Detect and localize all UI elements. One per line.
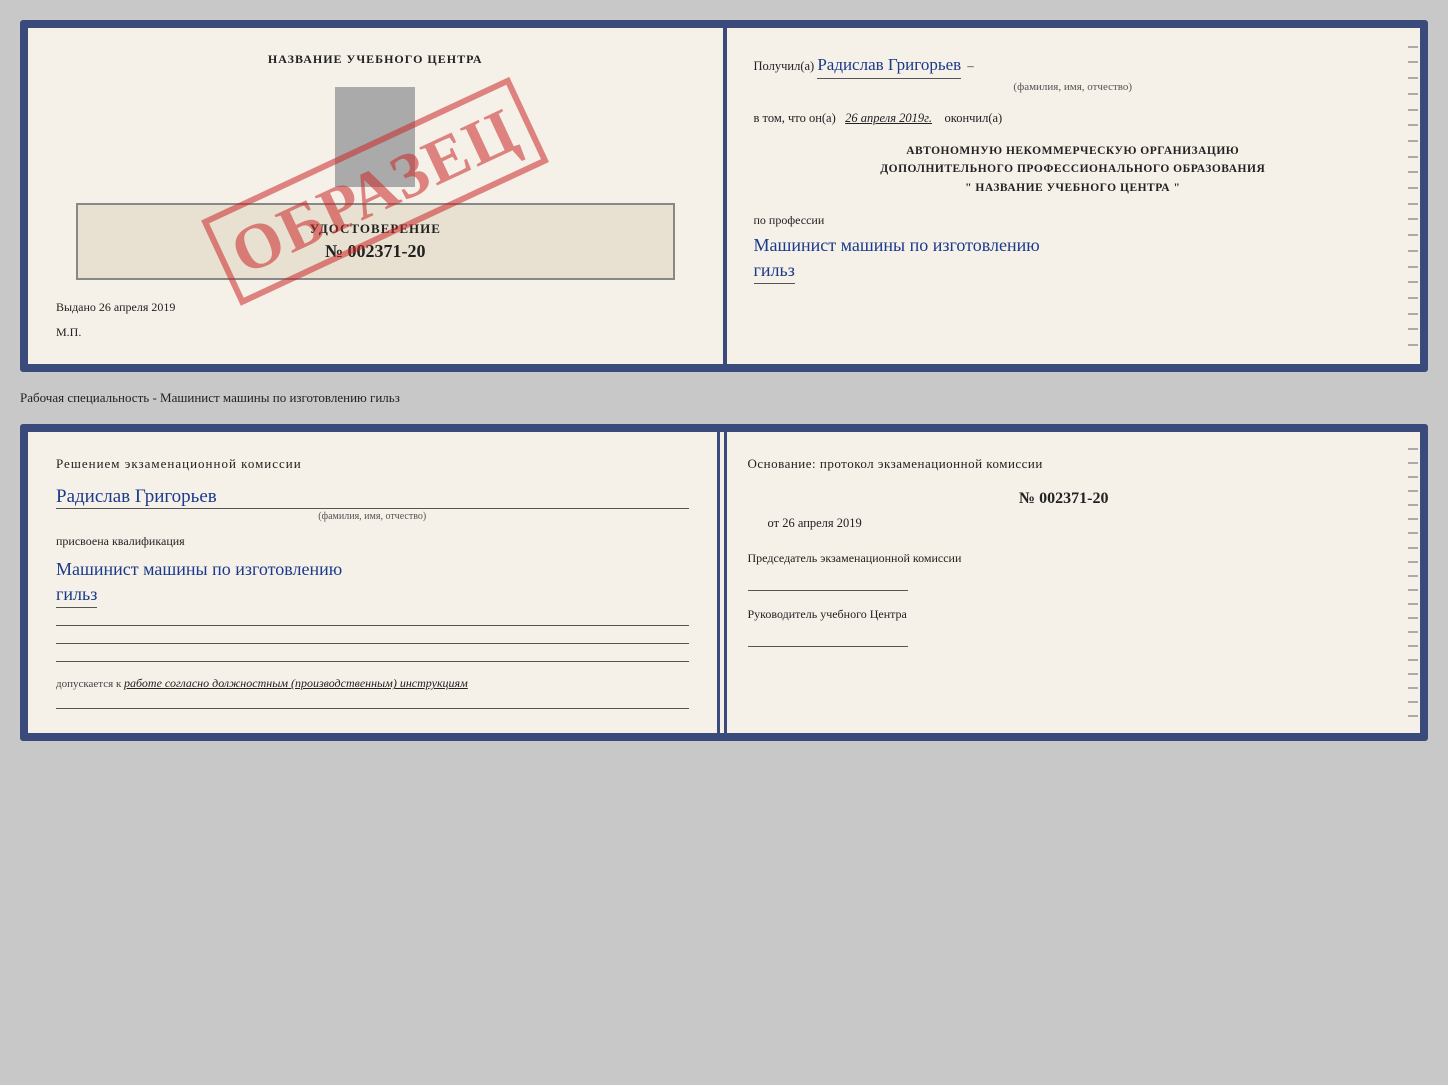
recipient-sub: (фамилия, имя, отчество) [754, 79, 1393, 96]
tl7 [1408, 140, 1418, 142]
tl12 [1408, 218, 1418, 220]
separator-label: Рабочая специальность - Машинист машины … [20, 384, 1428, 412]
dopuskaetsya-value: работе согласно должностным (производств… [124, 676, 468, 690]
tl2-13 [1408, 617, 1418, 619]
tl15 [1408, 266, 1418, 268]
tl2-7 [1408, 532, 1418, 534]
texture-right2 [1406, 432, 1420, 733]
osnov-title: Основание: протокол экзаменационной коми… [748, 456, 1381, 472]
tl2-1 [1408, 448, 1418, 450]
vtom-label: в том, что он(а) [754, 111, 836, 125]
tl10 [1408, 187, 1418, 189]
cert-number-box: УДОСТОВЕРЕНИЕ № 002371-20 [76, 203, 675, 280]
profession-line2: гильз [754, 258, 795, 284]
decision-title: Решением экзаменационной комиссии [56, 456, 689, 472]
vtom-date: 26 апреля 2019г. [845, 111, 932, 125]
page-container: НАЗВАНИЕ УЧЕБНОГО ЦЕНТРА УДОСТОВЕРЕНИЕ №… [20, 20, 1428, 741]
cert-school-title: НАЗВАНИЕ УЧЕБНОГО ЦЕНТРА [56, 52, 695, 67]
tl2-2 [1408, 462, 1418, 464]
tl2-3 [1408, 476, 1418, 478]
dopuskaetsya-section: допускается к работе согласно должностны… [56, 676, 689, 691]
po-professii-label: по профессии [754, 211, 1393, 229]
tl18 [1408, 313, 1418, 315]
org-name: " НАЗВАНИЕ УЧЕБНОГО ЦЕНТРА " [754, 179, 1393, 197]
texture-right [1406, 28, 1420, 364]
director-label: Руководитель учебного Центра [748, 605, 1381, 623]
tl2-6 [1408, 518, 1418, 520]
tl2-5 [1408, 504, 1418, 506]
assigned-text: присвоена квалификация [56, 534, 689, 549]
qual-name: Радислав Григорьев [56, 486, 689, 509]
tl8 [1408, 156, 1418, 158]
qualification-card: Решением экзаменационной комиссии Радисл… [20, 424, 1428, 741]
tl9 [1408, 171, 1418, 173]
tl2-12 [1408, 603, 1418, 605]
vydano-label: Выдано [56, 300, 96, 314]
chairman-label: Председатель экзаменационной комиссии [748, 549, 1381, 567]
org-line1: АВТОНОМНУЮ НЕКОММЕРЧЕСКУЮ ОРГАНИЗАЦИЮ [754, 142, 1393, 160]
org-details: АВТОНОМНУЮ НЕКОММЕРЧЕСКУЮ ОРГАНИЗАЦИЮ ДО… [754, 142, 1393, 197]
blank-line3 [56, 648, 689, 662]
tl2-8 [1408, 547, 1418, 549]
tl2-14 [1408, 631, 1418, 633]
tl11 [1408, 203, 1418, 205]
cert-right-panel: Получил(а) Радислав Григорьев – (фамилия… [726, 28, 1421, 364]
recipient-name: Радислав Григорьев [817, 52, 961, 79]
certificate-card: НАЗВАНИЕ УЧЕБНОГО ЦЕНТРА УДОСТОВЕРЕНИЕ №… [20, 20, 1428, 372]
tl3 [1408, 77, 1418, 79]
photo-placeholder [335, 87, 415, 187]
vydano-date: 26 апреля 2019 [99, 300, 175, 314]
cert-vydano: Выдано 26 апреля 2019 [56, 300, 695, 315]
tl5 [1408, 109, 1418, 111]
cert-udost-label: УДОСТОВЕРЕНИЕ [90, 221, 661, 237]
chairman-signature [748, 573, 908, 591]
blank-line2 [56, 630, 689, 644]
qual-left-panel: Решением экзаменационной комиссии Радисл… [28, 432, 720, 733]
tl2-15 [1408, 645, 1418, 647]
tl2-17 [1408, 673, 1418, 675]
tl20 [1408, 344, 1418, 346]
po-professii-line: по профессии Машинист машины по изготовл… [754, 211, 1393, 284]
tl2-19 [1408, 701, 1418, 703]
tl2-11 [1408, 589, 1418, 591]
cert-left-panel: НАЗВАНИЕ УЧЕБНОГО ЦЕНТРА УДОСТОВЕРЕНИЕ №… [28, 28, 726, 364]
tl16 [1408, 281, 1418, 283]
profession-line1: Машинист машины по изготовлению [754, 233, 1393, 258]
qual-name-sub: (фамилия, имя, отчество) [56, 511, 689, 522]
tl2-18 [1408, 687, 1418, 689]
org-line2: ДОПОЛНИТЕЛЬНОГО ПРОФЕССИОНАЛЬНОГО ОБРАЗО… [754, 160, 1393, 178]
cert-mp: М.П. [56, 325, 695, 340]
tl2 [1408, 61, 1418, 63]
date-prefix: от [768, 516, 780, 530]
tl17 [1408, 297, 1418, 299]
tl4 [1408, 93, 1418, 95]
protocol-date: от 26 апреля 2019 [748, 516, 1381, 531]
tl1 [1408, 46, 1418, 48]
director-signature [748, 629, 908, 647]
vtom-line: в том, что он(а) 26 апреля 2019г. окончи… [754, 109, 1393, 128]
tl2-4 [1408, 490, 1418, 492]
poluchil-label: Получил(а) [754, 59, 815, 73]
blank-line4 [56, 695, 689, 709]
tl6 [1408, 124, 1418, 126]
tl2-10 [1408, 575, 1418, 577]
tl13 [1408, 234, 1418, 236]
tl2-16 [1408, 659, 1418, 661]
tl2-9 [1408, 561, 1418, 563]
poluchil-line: Получил(а) Радислав Григорьев – (фамилия… [754, 52, 1393, 95]
date-value: 26 апреля 2019 [782, 516, 862, 530]
protocol-number: № 002371-20 [748, 490, 1381, 508]
okonchil-label: окончил(а) [945, 111, 1003, 125]
qual-profession2: гильз [56, 582, 97, 608]
tl2-20 [1408, 715, 1418, 717]
qual-right-panel: Основание: протокол экзаменационной коми… [720, 432, 1421, 733]
tl19 [1408, 328, 1418, 330]
blank-line1 [56, 612, 689, 626]
dopuskaetsya-label: допускается к [56, 678, 121, 690]
qual-profession1: Машинист машины по изготовлению [56, 557, 689, 582]
tl14 [1408, 250, 1418, 252]
cert-number: № 002371-20 [90, 241, 661, 262]
